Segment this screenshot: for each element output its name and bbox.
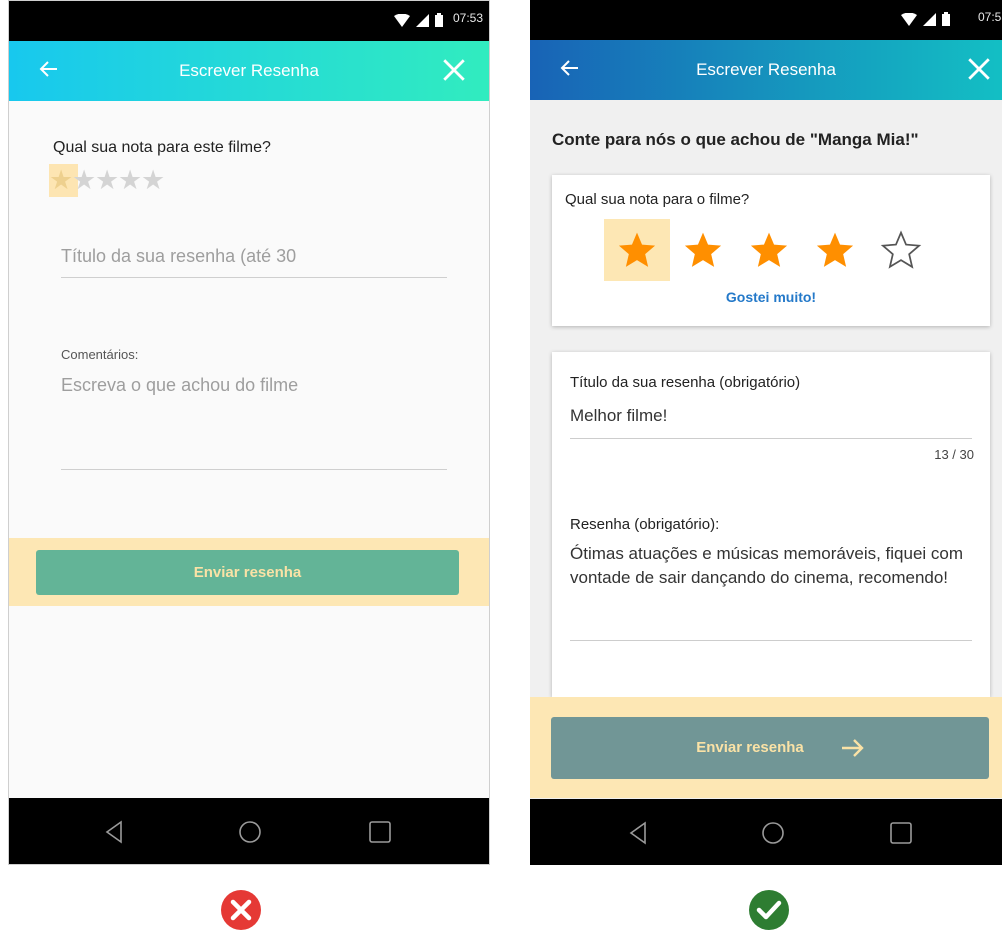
signal-icon (416, 13, 429, 27)
app-bar: Escrever Resenha (9, 41, 489, 101)
input-underline (61, 277, 447, 278)
star-rating[interactable] (604, 219, 924, 281)
app-bar: Escrever Resenha (530, 40, 1002, 100)
star-4[interactable]: ★ (118, 164, 142, 197)
battery-icon (942, 12, 950, 26)
review-headline: Conte para nós o que achou de "Manga Mia… (552, 130, 919, 149)
rating-status-text: Gostei muito! (725, 289, 817, 305)
arrow-right-icon (842, 739, 864, 757)
system-nav-bar (9, 798, 489, 864)
triangle-back-icon[interactable] (625, 819, 653, 847)
star-3[interactable]: ★ (95, 164, 119, 197)
input-underline (570, 640, 972, 641)
review-title-input[interactable]: Título da sua resenha (até 30 (61, 246, 447, 267)
input-underline (61, 469, 447, 470)
star-2[interactable]: ★ (72, 164, 96, 197)
square-recents-icon[interactable] (366, 818, 394, 846)
circle-home-icon[interactable] (236, 818, 264, 846)
x-circle-icon (221, 890, 261, 930)
status-bar: 07:53 (9, 1, 489, 41)
character-counter: 13 / 30 (934, 447, 974, 462)
triangle-back-icon[interactable] (101, 818, 129, 846)
review-body-label: Resenha (obrigatório): (570, 516, 720, 533)
circle-home-icon[interactable] (759, 819, 787, 847)
status-time: 07:53 (452, 11, 483, 25)
submit-review-button[interactable]: Enviar resenha (551, 717, 989, 779)
review-title-input[interactable]: Melhor filme! (570, 406, 667, 426)
star-3[interactable] (748, 230, 790, 270)
star-2[interactable] (682, 230, 724, 270)
phone-good-example: 07:53 Escrever Resenha Conte para nós o … (530, 0, 1002, 865)
star-rating[interactable]: ★ ★ ★ ★ ★ (49, 164, 165, 197)
submit-review-button[interactable]: Enviar resenha (36, 550, 459, 595)
square-recents-icon[interactable] (887, 819, 915, 847)
close-x-icon[interactable] (441, 57, 467, 83)
star-1[interactable]: ★ (49, 164, 73, 197)
rating-card: Qual sua nota para o filme? Gostei muito… (552, 175, 990, 326)
star-1[interactable] (616, 230, 658, 270)
close-x-icon[interactable] (966, 56, 992, 82)
input-underline (570, 438, 972, 439)
status-icons (394, 13, 443, 27)
comments-label: Comentários: (61, 347, 139, 362)
comments-input[interactable]: Escreva o que achou do filme (61, 375, 298, 396)
review-body-input[interactable]: Ótimas atuações e músicas memoráveis, fi… (570, 542, 974, 590)
star-4[interactable] (814, 230, 856, 270)
wifi-icon (901, 12, 917, 26)
wifi-icon (394, 13, 410, 27)
status-bar: 07:53 (530, 0, 1002, 40)
battery-icon (435, 13, 443, 27)
rating-question: Qual sua nota para o filme? (565, 191, 750, 208)
app-bar-title: Escrever Resenha (179, 61, 319, 80)
status-time: 07:53 (977, 10, 1002, 24)
check-circle-icon (749, 890, 789, 930)
star-5[interactable] (880, 230, 922, 270)
phone-bad-example: 07:53 Escrever Resenha Qual sua nota par… (8, 0, 490, 865)
star-5[interactable]: ★ (141, 164, 165, 197)
review-form-card: Título da sua resenha (obrigatório) Melh… (552, 352, 990, 697)
rating-question: Qual sua nota para este filme? (53, 139, 271, 156)
signal-icon (923, 12, 936, 26)
app-bar-title: Escrever Resenha (696, 60, 836, 79)
submit-button-label: Enviar resenha (696, 739, 804, 756)
status-icons (901, 12, 950, 26)
system-nav-bar (530, 799, 1002, 865)
review-title-label: Título da sua resenha (obrigatório) (570, 374, 801, 391)
